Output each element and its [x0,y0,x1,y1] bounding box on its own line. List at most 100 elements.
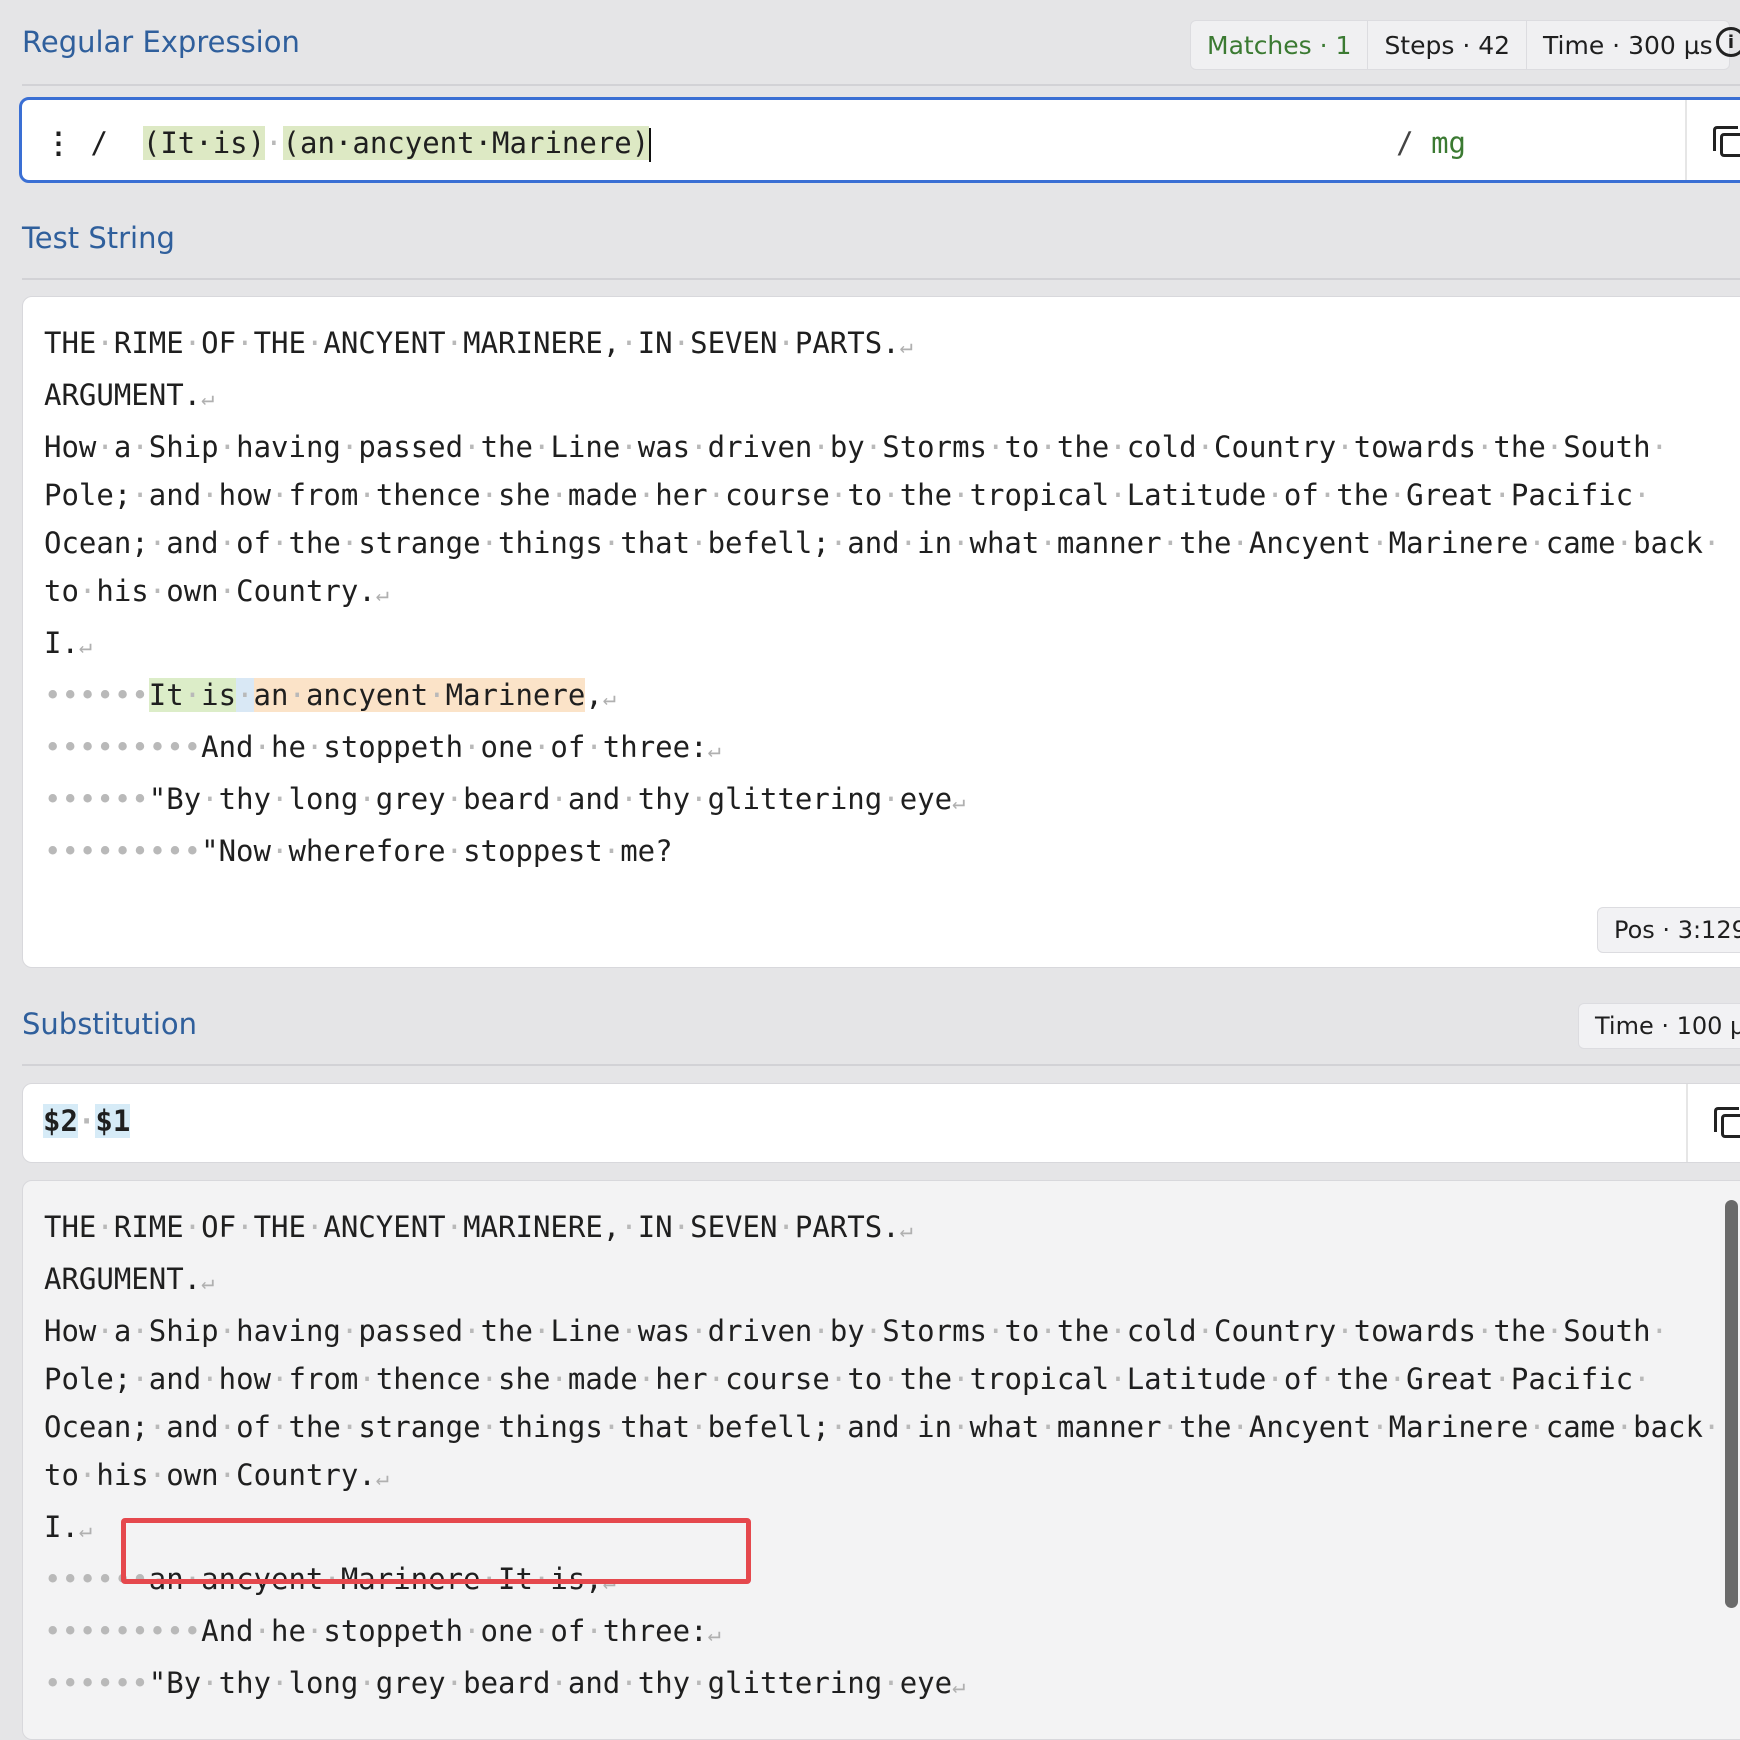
divider [22,1064,1740,1066]
text-line: ••••••"By·thy·long·grey·beard·and·thy·gl… [44,1659,1720,1711]
line-content: How·a·Ship·having·passed·the·Line·was·dr… [44,430,1669,464]
divider [22,84,1740,86]
divider [22,278,1740,280]
line-content: I. [44,626,79,660]
line-content: "By·thy·long·grey·beard·and·thy·glitteri… [148,1666,953,1700]
line-content: Pole;·and·how·from·thence·she·made·her·c… [44,478,1651,512]
regex-flags[interactable]: / mg [1396,126,1466,160]
text-line: I.↵ [44,619,1720,671]
newline-icon: ↵ [707,738,721,763]
line-content: And·he·stoppeth·one·of·three: [201,1614,708,1648]
match-separator: · [236,678,254,712]
match-group-2: an·ancyent·Marinere [253,678,586,712]
regex-input[interactable]: ⋮ / (It·is)·(an·ancyent·Marinere) / mg [19,97,1740,183]
line-content: "By·thy·long·grey·beard·and·thy·glitteri… [148,782,953,816]
newline-icon: ↵ [899,334,913,359]
match-tail: , [585,678,603,712]
substitution-title: Substitution [22,1007,198,1041]
line-content: I. [44,1510,79,1544]
text-line: ARGUMENT.↵ [44,371,1720,423]
indent: ••••••••• [44,1614,202,1648]
pattern-group-2: (an·ancyent·Marinere) [282,126,650,160]
line-content: THE·RIME·OF·THE·ANCYENT·MARINERE,·IN·SEV… [44,326,900,360]
line-content: ARGUMENT. [44,1262,202,1296]
substitution-result: THE·RIME·OF·THE·ANCYENT·MARINERE,·IN·SEV… [22,1180,1740,1740]
newline-icon: ↵ [707,1622,721,1647]
text-line: Ocean;·and·of·the·strange·things·that·be… [44,519,1720,567]
line-content: THE·RIME·OF·THE·ANCYENT·MARINERE,·IN·SEV… [44,1210,900,1244]
line-content: Ocean;·and·of·the·strange·things·that·be… [44,1410,1721,1444]
newline-icon: ↵ [201,1270,215,1295]
delimiter-open: / [90,126,108,160]
test-string-editor[interactable]: THE·RIME·OF·THE·ANCYENT·MARINERE,·IN·SEV… [22,296,1740,968]
indent: ••••••••• [44,834,202,868]
copy-substitution-icon[interactable] [1714,1107,1740,1138]
newline-icon: ↵ [375,1466,390,1491]
text-line: How·a·Ship·having·passed·the·Line·was·dr… [44,1307,1720,1355]
substitution-input[interactable]: $2·$1 [22,1083,1740,1163]
copy-divider [1686,1084,1688,1162]
newline-icon: ↵ [602,686,617,711]
line-content: Ocean;·and·of·the·strange·things·that·be… [44,526,1721,560]
text-line: to·his·own·Country.↵ [44,1451,1720,1503]
substitution-result-text: THE·RIME·OF·THE·ANCYENT·MARINERE,·IN·SEV… [44,1203,1720,1711]
substitution-space: · [77,1104,96,1138]
text-line: Ocean;·and·of·the·strange·things·that·be… [44,1403,1720,1451]
text-line: Pole;·and·how·from·thence·she·made·her·c… [44,471,1720,519]
newline-icon: ↵ [78,634,93,659]
cursor-position-badge: Pos · 3:129 [1597,907,1740,953]
text-line: to·his·own·Country.↵ [44,567,1720,619]
copy-regex-icon[interactable] [1713,126,1740,157]
regex-stats: Matches · 1 Steps · 42 Time · 300 µs [1190,20,1730,70]
line-content: to·his·own·Country. [44,1458,376,1492]
line-content: ARGUMENT. [44,378,202,412]
delimiter-close: / [1396,126,1414,160]
line-content: And·he·stoppeth·one·of·three: [201,730,708,764]
text-line: ARGUMENT.↵ [44,1255,1720,1307]
line-content: "Now·wherefore·stoppest·me? [201,834,673,868]
info-icon[interactable]: i [1716,27,1740,57]
line-content: Pole;·and·how·from·thence·she·made·her·c… [44,1362,1651,1396]
regex-pattern[interactable]: ⋮ / (It·is)·(an·ancyent·Marinere) [44,126,652,162]
drag-handle-icon[interactable]: ⋮ [44,126,73,160]
regex-section-title: Regular Expression [22,25,300,59]
match-line: ••••••It·is·an·ancyent·Marinere,↵ [44,671,1720,723]
test-string-text[interactable]: THE·RIME·OF·THE·ANCYENT·MARINERE,·IN·SEV… [44,319,1720,875]
newline-icon: ↵ [952,1674,966,1699]
text-line: •••••••••And·he·stoppeth·one·of·three:↵ [44,1607,1720,1659]
text-line: THE·RIME·OF·THE·ANCYENT·MARINERE,·IN·SEV… [44,1203,1720,1255]
substitution-token-2: $2 [43,1104,78,1138]
annotation-highlight-box [121,1518,751,1584]
text-line: •••••••••"Now·wherefore·stoppest·me? [44,827,1720,875]
indent: •••••• [44,678,149,712]
indent: •••••• [44,1666,149,1700]
result-scrollbar[interactable] [1725,1200,1738,1608]
text-cursor [649,128,652,162]
match-group-1: It·is [148,678,237,712]
line-content: How·a·Ship·having·passed·the·Line·was·dr… [44,1314,1669,1348]
pattern-space: · [265,126,283,160]
steps-count: Steps · 42 [1368,21,1528,69]
text-line: THE·RIME·OF·THE·ANCYENT·MARINERE,·IN·SEV… [44,319,1720,371]
substitution-token-1: $1 [95,1104,131,1138]
matches-count: Matches · 1 [1191,21,1369,69]
indent: •••••• [44,782,149,816]
newline-icon: ↵ [78,1518,93,1543]
substitution-pattern[interactable]: $2·$1 [43,1104,131,1138]
copy-divider [1685,100,1687,180]
flags-text[interactable]: mg [1431,126,1466,160]
substitution-time: Time · 100 µs [1578,1003,1740,1049]
indent: ••••••••• [44,730,202,764]
text-line: ••••••"By·thy·long·grey·beard·and·thy·gl… [44,775,1720,827]
text-line: Pole;·and·how·from·thence·she·made·her·c… [44,1355,1720,1403]
text-line: How·a·Ship·having·passed·the·Line·was·dr… [44,423,1720,471]
newline-icon: ↵ [201,386,215,411]
text-line: •••••••••And·he·stoppeth·one·of·three:↵ [44,723,1720,775]
line-content: to·his·own·Country. [44,574,376,608]
time-stat: Time · 300 µs [1543,30,1713,60]
newline-icon: ↵ [899,1218,913,1243]
test-string-title: Test String [22,221,175,255]
pattern-group-1: (It·is) [142,126,266,160]
newline-icon: ↵ [375,582,390,607]
newline-icon: ↵ [952,790,966,815]
